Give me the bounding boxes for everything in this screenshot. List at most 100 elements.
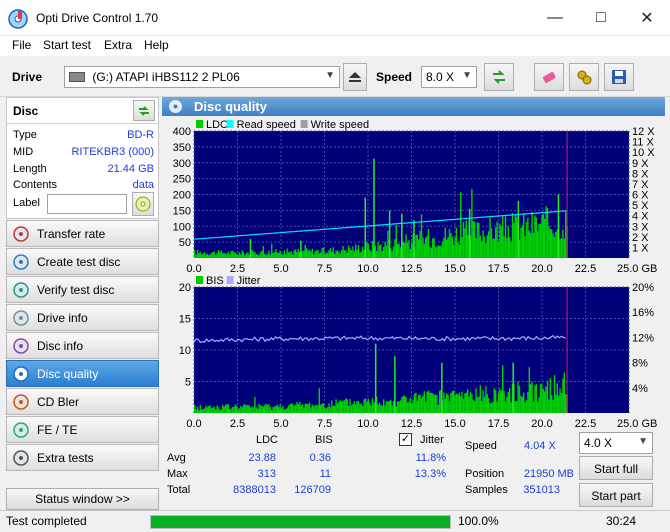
floppy-disk-icon: [612, 70, 626, 84]
speed-select[interactable]: 8.0 X ▼: [421, 66, 477, 88]
main-series-bar: [474, 401, 476, 413]
nav-verify-test-disc-button[interactable]: Verify test disc: [6, 276, 159, 303]
nav-extra-tests-button[interactable]: Extra tests: [6, 444, 159, 471]
disc-label-input[interactable]: [47, 194, 127, 214]
main-series-bar: [560, 392, 563, 413]
refresh-speed-button[interactable]: [484, 63, 514, 91]
main-series-bar: [418, 394, 420, 413]
drive-label: Drive: [12, 70, 43, 84]
main-series-bar: [325, 253, 327, 258]
main-series-bar: [460, 396, 462, 413]
x-tick-label: 12.5: [401, 263, 422, 273]
x-tick-label: 25.0 GB: [617, 263, 657, 273]
save-button[interactable]: [604, 63, 634, 91]
main-series-bar: [329, 407, 332, 413]
main-series-bar: [373, 402, 375, 413]
drive-select[interactable]: (G:) ATAPI iHBS112 2 PL06 ▼: [64, 66, 340, 88]
nav-drive-info-button[interactable]: Drive info: [6, 304, 159, 331]
main-series-bar: [241, 407, 243, 413]
samples-label: Samples: [465, 484, 508, 496]
menu-help[interactable]: Help: [144, 38, 169, 52]
start-part-button[interactable]: Start part: [579, 483, 653, 507]
nav-fe-te-button[interactable]: FE / TE: [6, 416, 159, 443]
main-series-bar: [285, 253, 287, 258]
main-series-bar: [397, 244, 399, 258]
main-series-bar: [212, 407, 214, 413]
main-series-bar: [503, 391, 505, 413]
eject-button[interactable]: [343, 63, 367, 91]
main-series-bar: [285, 409, 287, 413]
main-series-bar: [287, 405, 290, 413]
main-series-bar: [231, 406, 234, 413]
nav-transfer-rate-button[interactable]: Transfer rate: [6, 220, 159, 247]
main-series-bar: [422, 237, 424, 258]
x-tick-label: 2.5: [230, 263, 245, 273]
main-series-bar: [510, 241, 512, 258]
main-series-bar: [495, 227, 497, 258]
menu-start-test[interactable]: Start test: [43, 38, 91, 52]
toolbar: Drive (G:) ATAPI iHBS112 2 PL06 ▼ Speed …: [0, 57, 670, 97]
main-series-bar: [465, 392, 467, 413]
main-series-bar: [455, 228, 458, 258]
main-series-bar: [262, 406, 264, 413]
spike-bar: [557, 194, 560, 258]
nav-disc-quality-button[interactable]: Disc quality: [6, 360, 159, 387]
main-series-bar: [404, 395, 406, 413]
disc-refresh-button[interactable]: [133, 100, 155, 121]
main-series-bar: [562, 378, 564, 413]
main-series-bar: [273, 406, 276, 413]
maximize-button[interactable]: □: [578, 0, 624, 36]
nav-disc-info-button[interactable]: Disc info: [6, 332, 159, 359]
jitter-checkbox[interactable]: ✓: [399, 433, 412, 446]
erase-button[interactable]: [534, 63, 564, 91]
main-series-bar: [384, 241, 386, 258]
main-series-bar: [335, 399, 337, 413]
nav-cd-bler-button[interactable]: CD Bler: [6, 388, 159, 415]
label-apply-button[interactable]: [132, 192, 154, 216]
main-series-bar: [525, 400, 528, 413]
main-series-bar: [387, 230, 389, 258]
stats-total-bis: 126709: [294, 484, 331, 496]
settings-button[interactable]: [569, 63, 599, 91]
main-series-bar: [257, 408, 259, 413]
x-tick-label: 10.0: [357, 418, 378, 428]
main-series-bar: [535, 217, 537, 258]
main-series-bar: [210, 408, 213, 413]
stats-total-label: Total: [167, 484, 191, 496]
start-full-button[interactable]: Start full: [579, 456, 653, 480]
main-series-bar: [311, 404, 313, 413]
main-series-bar: [321, 403, 323, 413]
main-series-bar: [425, 401, 427, 413]
legend-swatch: [226, 276, 234, 284]
main-series-bar: [245, 405, 248, 413]
fe-te-icon: [13, 421, 29, 438]
main-series-bar: [461, 391, 463, 413]
main-series-bar: [324, 407, 326, 413]
menu-extra[interactable]: Extra: [104, 38, 132, 52]
main-series-bar: [482, 230, 484, 258]
main-series-bar: [244, 404, 246, 413]
x-tick-label: 10.0: [357, 263, 378, 273]
main-series-bar: [194, 250, 196, 258]
main-series-bar: [269, 406, 271, 413]
y-tick-label-right: 4%: [632, 383, 648, 395]
menu-file[interactable]: File: [12, 38, 31, 52]
stats-total-ldc: 8388013: [233, 484, 276, 496]
main-series-bar: [520, 227, 522, 258]
nav-create-test-disc-button[interactable]: Create test disc: [6, 248, 159, 275]
main-series-bar: [367, 243, 369, 258]
status-window-button[interactable]: Status window >>: [6, 488, 159, 510]
main-series-bar: [314, 251, 316, 258]
minimize-button[interactable]: —: [532, 0, 578, 36]
x-tick-label: 25.0 GB: [617, 418, 657, 428]
close-button[interactable]: ✕: [624, 0, 670, 36]
test-speed-select[interactable]: 4.0 X ▼: [579, 432, 653, 454]
main-series-bar: [471, 188, 473, 258]
verify-disc-icon: [13, 281, 29, 298]
main-series-bar: [279, 250, 281, 258]
nav-label: FE / TE: [37, 422, 78, 437]
spike-bar: [468, 208, 471, 258]
spike-bar: [373, 158, 375, 258]
main-series-bar: [313, 406, 315, 413]
speed-select-value: 8.0 X: [426, 70, 455, 84]
